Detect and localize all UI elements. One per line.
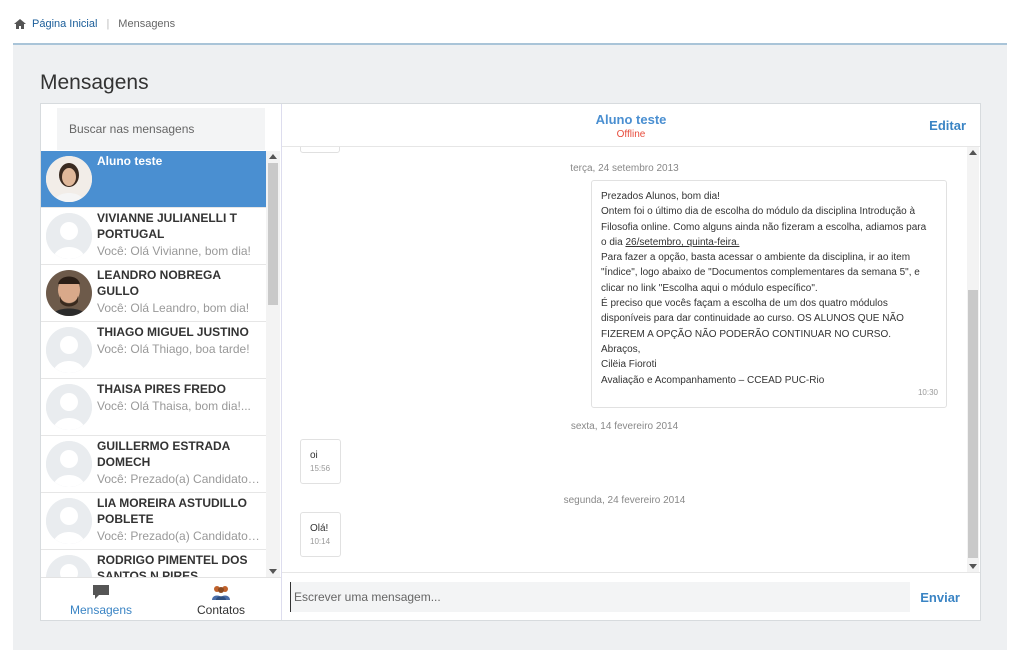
scrollbar-thumb[interactable]: [968, 290, 978, 558]
message-line: "Índice", logo abaixo de "Documentos com…: [601, 267, 920, 279]
avatar: [46, 384, 92, 430]
message-line: Cilëia Fioroti: [601, 359, 657, 371]
contact-name: LIA MOREIRA ASTUDILLO POBLETE: [97, 496, 247, 526]
message-time: 10:30: [917, 387, 938, 397]
contact-name: GUILLERMO ESTRADA DOMECH: [97, 439, 230, 469]
contact-item[interactable]: LEANDRO NOBREGA GULLO Você: Olá Leandro,…: [41, 265, 266, 322]
thread-scrollbar[interactable]: [967, 147, 979, 572]
contact-item[interactable]: VIVIANNE JULIANELLI T PORTUGAL Você: Olá…: [41, 208, 266, 265]
breadcrumb-separator: |: [106, 18, 110, 30]
message-line: Avaliação e Acompanhamento – CCEAD PUC-R…: [601, 374, 825, 386]
scroll-down-icon[interactable]: [269, 569, 277, 574]
scrollbar-thumb[interactable]: [268, 163, 278, 305]
conversation-contact-name[interactable]: Aluno teste: [282, 112, 980, 127]
contact-preview: Você: Olá Thiago, boa tarde!: [97, 342, 250, 356]
message-bubble: Prezados Alunos, bom dia! Ontem foi o úl…: [591, 180, 947, 408]
search-input[interactable]: [57, 108, 265, 150]
message-line: clicar no link "Escolha aqui o módulo es…: [601, 282, 818, 294]
message-text: oi: [310, 450, 318, 461]
scroll-up-icon[interactable]: [269, 154, 277, 159]
send-button[interactable]: Enviar: [920, 590, 960, 605]
contact-item[interactable]: THAISA PIRES FREDO Você: Olá Thaisa, bom…: [41, 379, 266, 436]
avatar: [46, 156, 92, 202]
contact-item[interactable]: GUILLERMO ESTRADA DOMECH Você: Prezado(a…: [41, 436, 266, 493]
message-time: 15:56: [310, 464, 331, 473]
tab-label: Mensagens: [69, 603, 133, 617]
avatar: [46, 327, 92, 373]
message-bubble: Olá! 10:14: [300, 512, 341, 557]
contact-name: LEANDRO NOBREGA GULLO: [97, 268, 221, 298]
tab-messages[interactable]: Mensagens: [41, 578, 161, 622]
contact-name: RODRIGO PIMENTEL DOS SANTOS N PIRES: [97, 553, 248, 577]
avatar: [46, 555, 92, 577]
contact-item[interactable]: RODRIGO PIMENTEL DOS SANTOS N PIRES: [41, 550, 266, 577]
message-bubble: oi 15:56: [300, 439, 341, 484]
home-icon: [14, 19, 26, 29]
message-line: É preciso que vocês façam a escolha de u…: [601, 298, 888, 310]
message-bubble: [300, 147, 340, 153]
contact-preview: Você: Prezado(a) Candidato(a): [97, 472, 262, 486]
message-line: Para fazer a opção, basta acessar o ambi…: [601, 252, 911, 264]
message-line: FIZEREM A OPÇÃO NÃO PODERÃO CONTINUAR NO…: [601, 328, 892, 340]
message-line: Prezados Alunos, bom dia!: [601, 191, 720, 202]
scroll-down-icon[interactable]: [969, 564, 977, 569]
contact-name: THAISA PIRES FREDO: [97, 382, 226, 396]
contacts-column: Aluno teste VIVIANNE JULIANELLI T PORTUG…: [41, 104, 282, 620]
underlined-date: 26/setembro, quinta-feira.: [625, 236, 740, 248]
message-line: Abraços,: [601, 343, 641, 355]
message-time: 10:14: [310, 537, 331, 546]
avatar: [46, 441, 92, 487]
date-separator: terça, 24 setembro 2013: [570, 163, 679, 174]
scroll-up-icon[interactable]: [969, 150, 977, 155]
contact-name: THIAGO MIGUEL JUSTINO: [97, 325, 249, 339]
status-badge: Offline: [616, 129, 646, 140]
contact-item[interactable]: THIAGO MIGUEL JUSTINO Você: Olá Thiago, …: [41, 322, 266, 379]
message-input[interactable]: [290, 582, 910, 612]
page-title: Mensagens: [40, 71, 149, 94]
message-composer: Enviar: [282, 572, 980, 620]
edit-button[interactable]: Editar: [929, 118, 966, 133]
contact-preview: Você: Prezado(a) Candidato(a): [97, 529, 262, 543]
avatar: [46, 498, 92, 544]
date-separator: segunda, 24 fevereiro 2014: [563, 495, 686, 506]
contact-name: VIVIANNE JULIANELLI T PORTUGAL: [97, 211, 238, 241]
message-line: Filosofia online. Como alguns ainda não …: [601, 221, 927, 233]
messenger: Aluno teste VIVIANNE JULIANELLI T PORTUG…: [40, 103, 981, 621]
tab-label: Contatos: [196, 603, 246, 617]
breadcrumb-home-link[interactable]: Página Inicial: [32, 18, 97, 30]
avatar: [46, 213, 92, 259]
message-thread: terça, 24 setembro 2013 Prezados Alunos,…: [282, 147, 967, 572]
contact-item[interactable]: Aluno teste: [41, 151, 266, 208]
message-line-with-date: o dia 26/setembro, quinta-feira.: [601, 235, 937, 250]
contact-name: Aluno teste: [97, 154, 163, 168]
message-line: Ontem foi o último dia de escolha do mód…: [601, 206, 916, 218]
message-text: Olá!: [310, 523, 329, 534]
date-separator: sexta, 14 fevereiro 2014: [570, 421, 679, 432]
message-text: o dia: [601, 236, 626, 248]
avatar: [46, 270, 92, 316]
conversation-header: Aluno teste Offline Editar: [282, 104, 980, 147]
breadcrumb-current: Mensagens: [118, 18, 176, 30]
search-box: [57, 108, 265, 150]
contact-item[interactable]: LIA MOREIRA ASTUDILLO POBLETE Você: Prez…: [41, 493, 266, 550]
conversation-column: Aluno teste Offline Editar terça, 24 set…: [282, 104, 980, 620]
breadcrumb: Página Inicial | Mensagens: [14, 18, 175, 30]
main-panel: Mensagens Aluno teste VIVIANNE JULIAN: [13, 43, 1007, 650]
contact-preview: Você: Olá Leandro, bom dia!: [97, 301, 250, 315]
contact-preview: Você: Olá Vivianne, bom dia!: [97, 244, 251, 258]
users-icon: [212, 586, 230, 600]
tab-contacts[interactable]: Contatos: [161, 578, 281, 622]
contact-list: Aluno teste VIVIANNE JULIANELLI T PORTUG…: [41, 151, 266, 577]
message-line: disponíveis para dar continuidade ao cur…: [601, 313, 904, 325]
chat-icon: [93, 585, 109, 599]
bottom-tabs: Mensagens Contatos: [41, 577, 281, 621]
contact-preview: Você: Olá Thaisa, bom dia!...: [97, 399, 251, 413]
contact-list-scrollbar[interactable]: [266, 151, 280, 577]
